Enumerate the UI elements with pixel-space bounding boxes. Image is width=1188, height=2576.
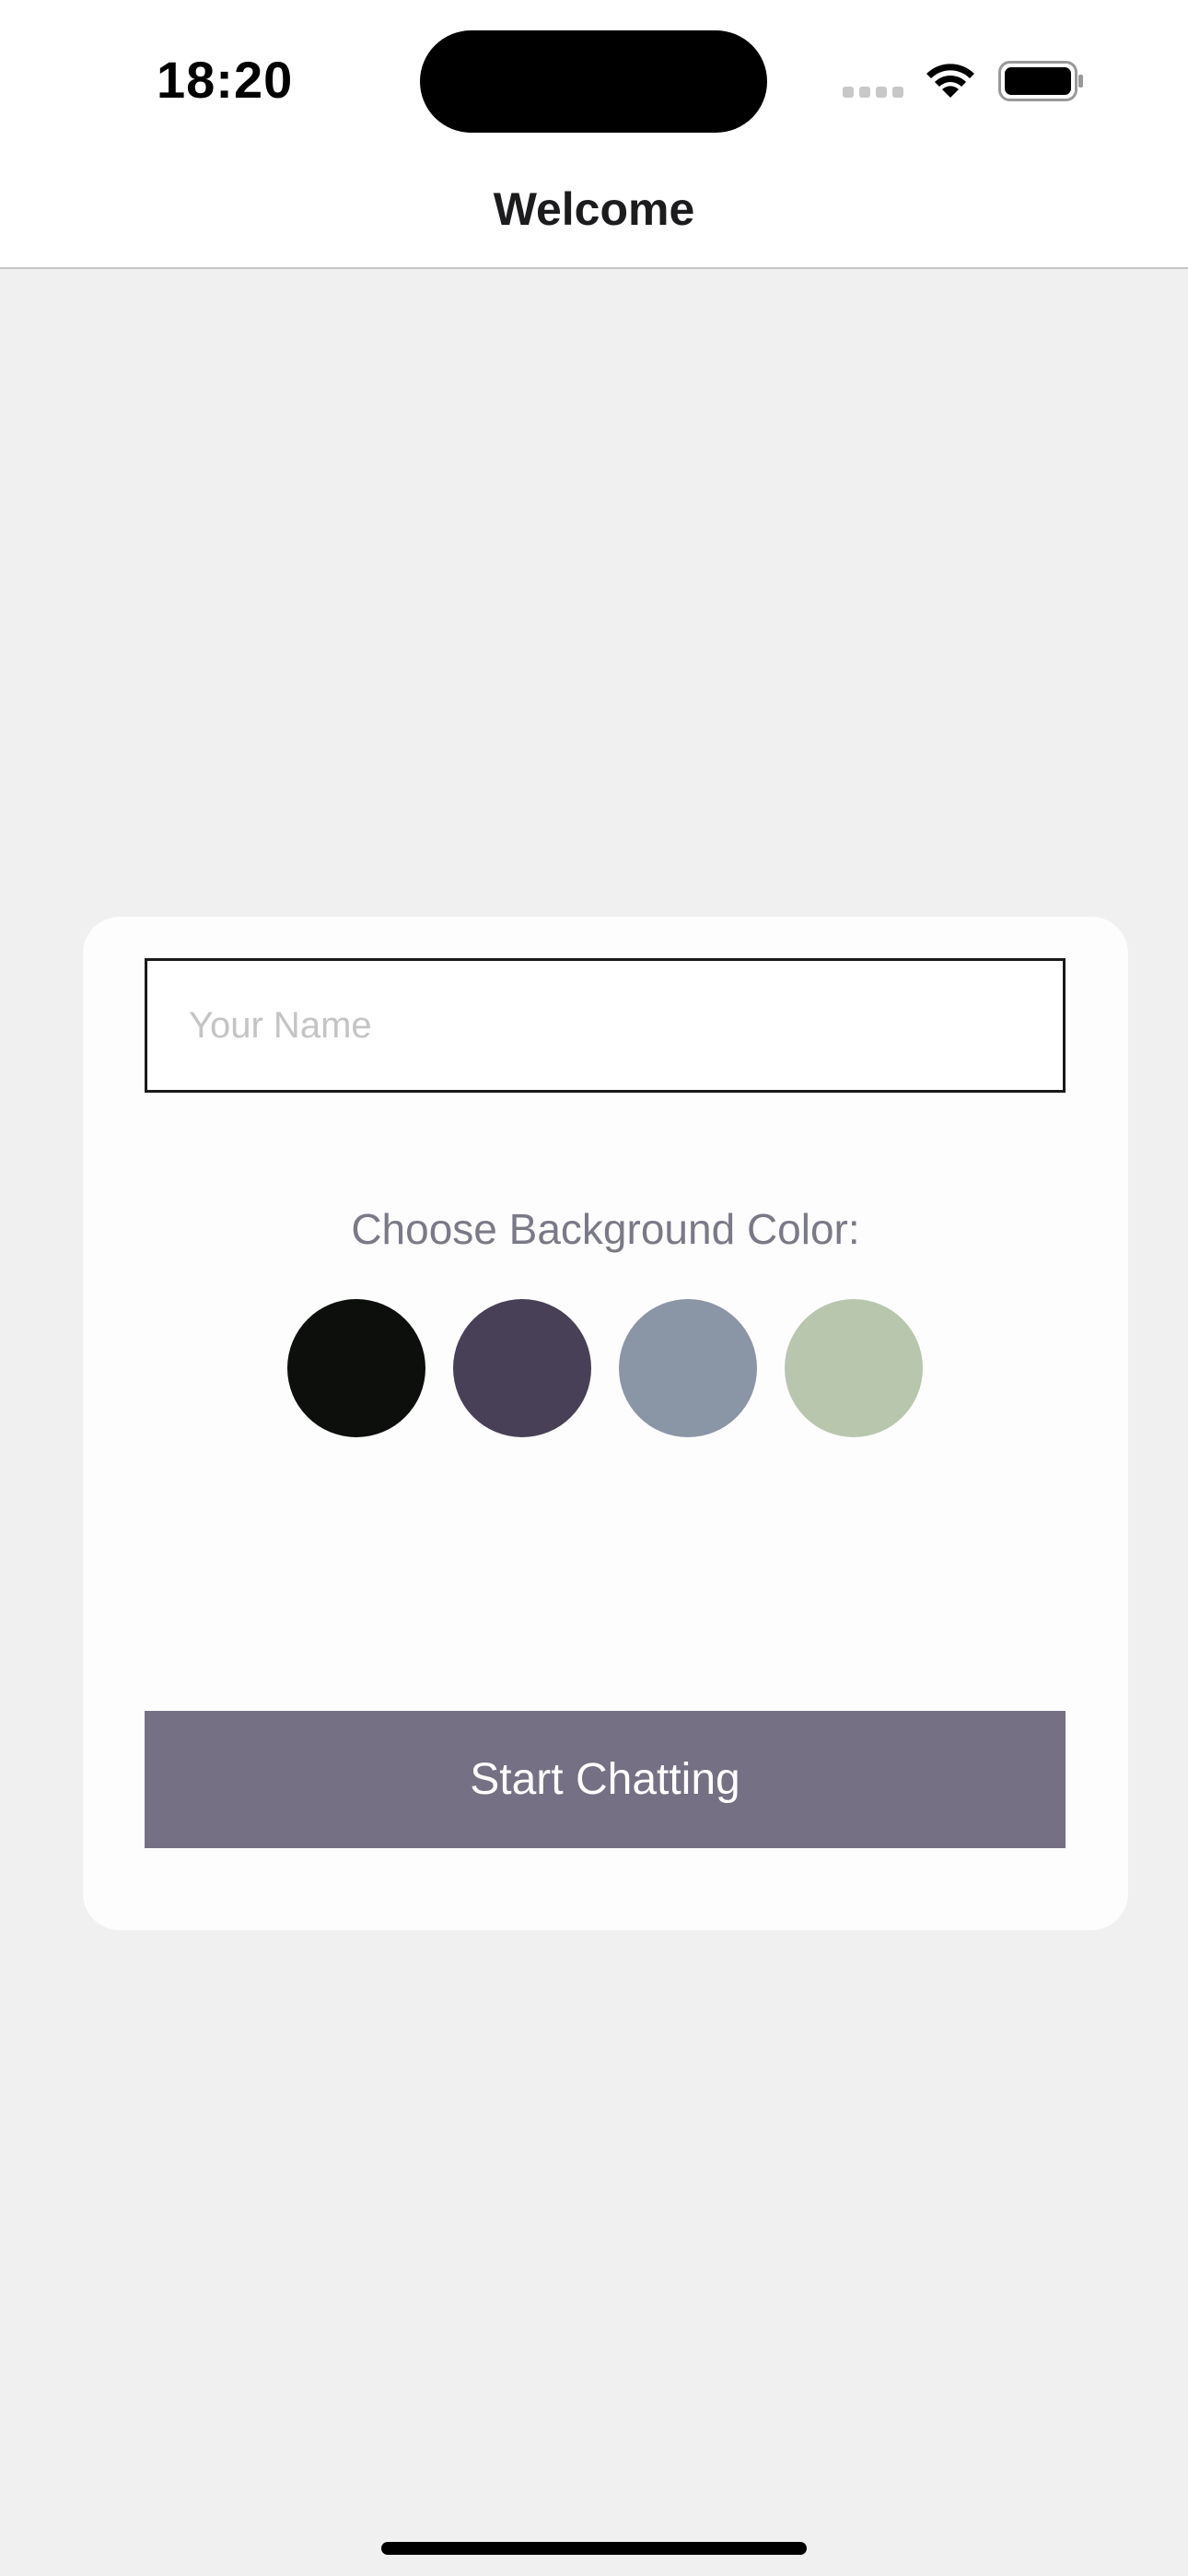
color-swatch-purple[interactable] <box>453 1299 591 1437</box>
color-swatch-gray-blue[interactable] <box>619 1299 757 1437</box>
name-input[interactable] <box>145 958 1066 1093</box>
start-card: Choose Background Color: Start Chatting <box>83 917 1128 1930</box>
color-swatch-green[interactable] <box>785 1299 923 1437</box>
wifi-icon <box>923 57 978 102</box>
dynamic-island <box>420 30 767 133</box>
home-indicator <box>381 2542 807 2555</box>
cellular-signal-icon <box>843 87 905 100</box>
status-time: 18:20 <box>157 51 294 109</box>
navigation-bar: Welcome <box>0 157 1188 269</box>
color-swatch-black[interactable] <box>287 1299 425 1437</box>
status-bar: 18:20 <box>0 0 1188 157</box>
battery-icon <box>998 61 1085 106</box>
page-title: Welcome <box>493 183 695 235</box>
start-chatting-button[interactable]: Start Chatting <box>145 1711 1066 1848</box>
color-swatches <box>287 1299 923 1437</box>
color-choice-label: Choose Background Color: <box>351 1205 860 1253</box>
